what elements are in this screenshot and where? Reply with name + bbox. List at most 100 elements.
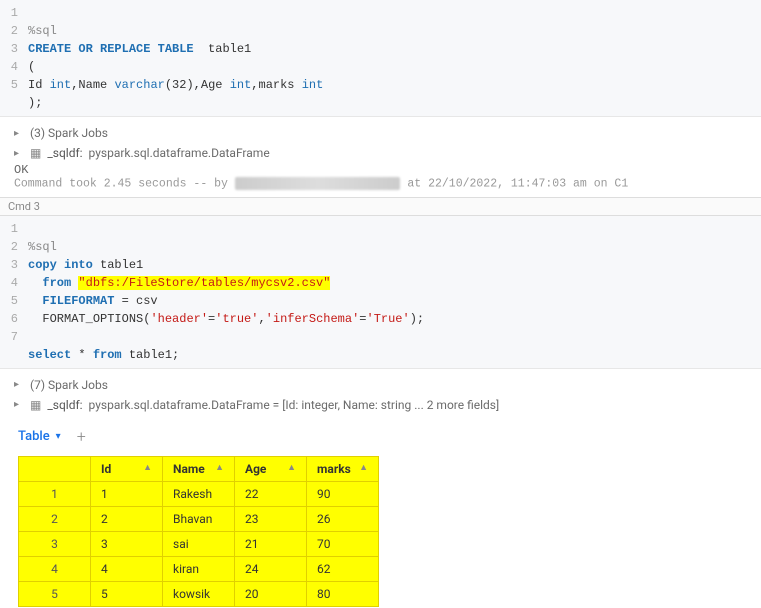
table-row[interactable]: 2 2 Bhavan 23 26 — [19, 506, 379, 531]
spark-jobs-label: (3) Spark Jobs — [30, 126, 108, 140]
type-int: int — [50, 78, 72, 92]
type-int: int — [230, 78, 252, 92]
result-table: Id▲ Name▲ Age▲ marks▲ 1 1 Rakesh 22 90 2… — [18, 456, 379, 607]
sql-keyword: CREATE OR REPLACE TABLE — [28, 42, 194, 56]
sqldf-varname: _sqldf: — [47, 398, 82, 412]
tab-table-label: Table — [18, 429, 50, 444]
sql-keyword: FILEFORMAT — [42, 294, 114, 308]
sort-icon[interactable]: ▲ — [143, 462, 152, 473]
varchar-len: (32) — [165, 78, 194, 92]
code-content-1[interactable]: %sql CREATE OR REPLACE TABLE table1 ( Id… — [28, 4, 761, 112]
cell-name: sai — [163, 531, 235, 556]
cell-id: 1 — [91, 481, 163, 506]
paren: ( — [28, 60, 35, 74]
col-name: ,Name — [71, 78, 107, 92]
result-tabs: Table ▾ + — [0, 421, 761, 450]
col-id: Id — [28, 78, 50, 92]
cell-age: 21 — [235, 531, 307, 556]
cell-age: 24 — [235, 556, 307, 581]
cell-id: 3 — [91, 531, 163, 556]
output-section-1: ▸ (3) Spark Jobs ▸ ▦ _sqldf: pyspark.sql… — [0, 117, 761, 197]
col-header-name[interactable]: Name▲ — [163, 456, 235, 481]
sort-icon[interactable]: ▲ — [359, 462, 368, 473]
sql-keyword: from — [42, 276, 71, 290]
expand-icon[interactable]: ▸ — [14, 128, 24, 139]
table-row[interactable]: 3 3 sai 21 70 — [19, 531, 379, 556]
cell-marks: 90 — [307, 481, 379, 506]
cell-id: 5 — [91, 581, 163, 606]
cell-name: Rakesh — [163, 481, 235, 506]
table-row[interactable]: 1 1 Rakesh 22 90 — [19, 481, 379, 506]
tab-table[interactable]: Table ▾ — [18, 429, 61, 444]
cell-name: kiran — [163, 556, 235, 581]
cell-marks: 80 — [307, 581, 379, 606]
highlighted-path: "dbfs:/FileStore/tables/mycsv2.csv" — [78, 276, 330, 290]
sqldf-row[interactable]: ▸ ▦ _sqldf: pyspark.sql.dataframe.DataFr… — [14, 395, 747, 415]
expand-icon[interactable]: ▸ — [14, 399, 24, 410]
sort-icon[interactable]: ▲ — [215, 462, 224, 473]
col-header-marks[interactable]: marks▲ — [307, 456, 379, 481]
cell-id: 4 — [91, 556, 163, 581]
line-gutter: 1 2 3 4 5 6 7 — [0, 220, 28, 364]
sqldf-type: pyspark.sql.dataframe.DataFrame — [89, 146, 270, 160]
cell-age: 22 — [235, 481, 307, 506]
rownum: 5 — [19, 581, 91, 606]
rownum-header — [19, 456, 91, 481]
cell-marks: 26 — [307, 506, 379, 531]
table-row[interactable]: 4 4 kiran 24 62 — [19, 556, 379, 581]
rownum: 3 — [19, 531, 91, 556]
col-marks: ,marks — [251, 78, 294, 92]
cell-id: 2 — [91, 506, 163, 531]
cell-marks: 62 — [307, 556, 379, 581]
expand-icon[interactable]: ▸ — [14, 379, 24, 390]
sql-keyword: from — [93, 348, 122, 362]
type-varchar: varchar — [114, 78, 164, 92]
format-options: FORMAT_OPTIONS('header'='true','inferSch… — [42, 312, 424, 326]
sql-keyword: copy into — [28, 258, 93, 272]
ident: table1; — [122, 348, 180, 362]
rownum: 2 — [19, 506, 91, 531]
command-meta: Command took 2.45 seconds -- by xxxxxxxx… — [14, 177, 747, 191]
table-body: 1 1 Rakesh 22 90 2 2 Bhavan 23 26 3 3 sa… — [19, 481, 379, 606]
sqldf-type: pyspark.sql.dataframe.DataFrame = [Id: i… — [89, 398, 500, 412]
dataframe-icon: ▦ — [30, 398, 41, 412]
col-header-id[interactable]: Id▲ — [91, 456, 163, 481]
result-ok: OK — [14, 163, 747, 177]
add-tab-button[interactable]: + — [77, 427, 86, 446]
table-header-row: Id▲ Name▲ Age▲ marks▲ — [19, 456, 379, 481]
meta-pre: Command took 2.45 seconds -- by — [14, 178, 235, 191]
star: * — [71, 348, 93, 362]
rownum: 4 — [19, 556, 91, 581]
sql-keyword: select — [28, 348, 71, 362]
col-age: ,Age — [194, 78, 223, 92]
cell-age: 20 — [235, 581, 307, 606]
cmd-header: Cmd 3 — [0, 197, 761, 216]
sql-magic: %sql — [28, 24, 57, 38]
dataframe-icon: ▦ — [30, 146, 41, 160]
col-header-age[interactable]: Age▲ — [235, 456, 307, 481]
cell-age: 23 — [235, 506, 307, 531]
code-content-2[interactable]: %sql copy into table1 from "dbfs:/FileSt… — [28, 220, 761, 364]
output-section-2: ▸ (7) Spark Jobs ▸ ▦ _sqldf: pyspark.sql… — [0, 369, 761, 421]
sql-magic: %sql — [28, 240, 57, 254]
ident: table1 — [100, 258, 143, 272]
spark-jobs-label: (7) Spark Jobs — [30, 378, 108, 392]
cell-marks: 70 — [307, 531, 379, 556]
sort-icon[interactable]: ▲ — [287, 462, 296, 473]
sqldf-row[interactable]: ▸ ▦ _sqldf: pyspark.sql.dataframe.DataFr… — [14, 143, 747, 163]
spark-jobs-row[interactable]: ▸ (7) Spark Jobs — [14, 375, 747, 395]
cell-name: kowsik — [163, 581, 235, 606]
type-int: int — [302, 78, 324, 92]
chevron-down-icon[interactable]: ▾ — [56, 431, 61, 442]
expand-icon[interactable]: ▸ — [14, 148, 24, 159]
code-cell-1[interactable]: 1 2 3 4 5 %sql CREATE OR REPLACE TABLE t… — [0, 0, 761, 117]
code-cell-2[interactable]: 1 2 3 4 5 6 7 %sql copy into table1 from… — [0, 216, 761, 369]
rownum: 1 — [19, 481, 91, 506]
cell-name: Bhavan — [163, 506, 235, 531]
spark-jobs-row[interactable]: ▸ (3) Spark Jobs — [14, 123, 747, 143]
ident: table1 — [208, 42, 251, 56]
close-paren: ); — [28, 96, 42, 110]
line-gutter: 1 2 3 4 5 — [0, 4, 28, 112]
meta-post: at 22/10/2022, 11:47:03 am on C1 — [400, 178, 628, 191]
table-row[interactable]: 5 5 kowsik 20 80 — [19, 581, 379, 606]
